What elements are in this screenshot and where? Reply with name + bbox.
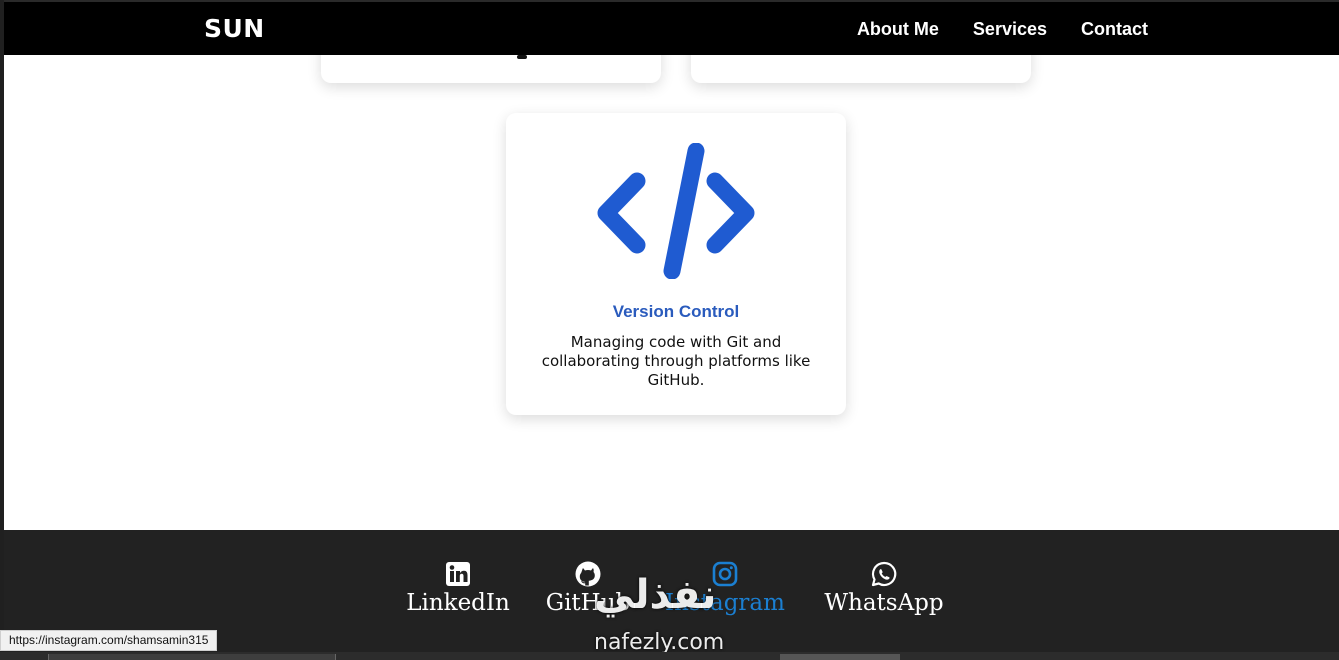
service-card-partial	[691, 55, 1031, 83]
instagram-icon	[712, 561, 738, 587]
taskbar-item[interactable]	[780, 654, 900, 660]
nav-links: About Me Services Contact	[857, 19, 1148, 40]
browser-status-url: https://instagram.com/shamsamin315	[0, 630, 218, 651]
social-link-linkedin[interactable]: LinkedIn	[406, 560, 510, 616]
nav-link-about-me[interactable]: About Me	[857, 19, 939, 40]
whatsapp-icon	[871, 561, 897, 587]
social-label: LinkedIn	[406, 590, 510, 616]
linkedin-icon	[446, 562, 470, 586]
github-icon	[575, 561, 601, 587]
code-icon	[597, 143, 755, 279]
card-text-fragment	[517, 55, 527, 59]
services-section: Version Control Managing code with Git a…	[4, 55, 1339, 530]
service-card-title: Version Control	[612, 302, 740, 321]
social-link-whatsapp[interactable]: WhatsApp	[822, 560, 946, 616]
nav-link-services[interactable]: Services	[973, 19, 1047, 40]
social-label: WhatsApp	[824, 590, 944, 616]
social-label: Instagram	[665, 590, 785, 616]
nav-link-contact[interactable]: Contact	[1081, 19, 1148, 40]
service-card-version-control: Version Control Managing code with Git a…	[506, 113, 846, 415]
social-link-instagram[interactable]: Instagram	[661, 560, 789, 616]
service-card-description: Managing code with Git and collaborating…	[541, 333, 811, 389]
social-link-github[interactable]: GitHub	[544, 560, 632, 616]
taskbar-item[interactable]	[48, 654, 336, 660]
navbar: SUN About Me Services Contact	[4, 0, 1339, 55]
social-label: GitHub	[545, 590, 631, 616]
site-logo[interactable]: SUN	[204, 14, 265, 43]
service-card-partial	[321, 55, 661, 83]
